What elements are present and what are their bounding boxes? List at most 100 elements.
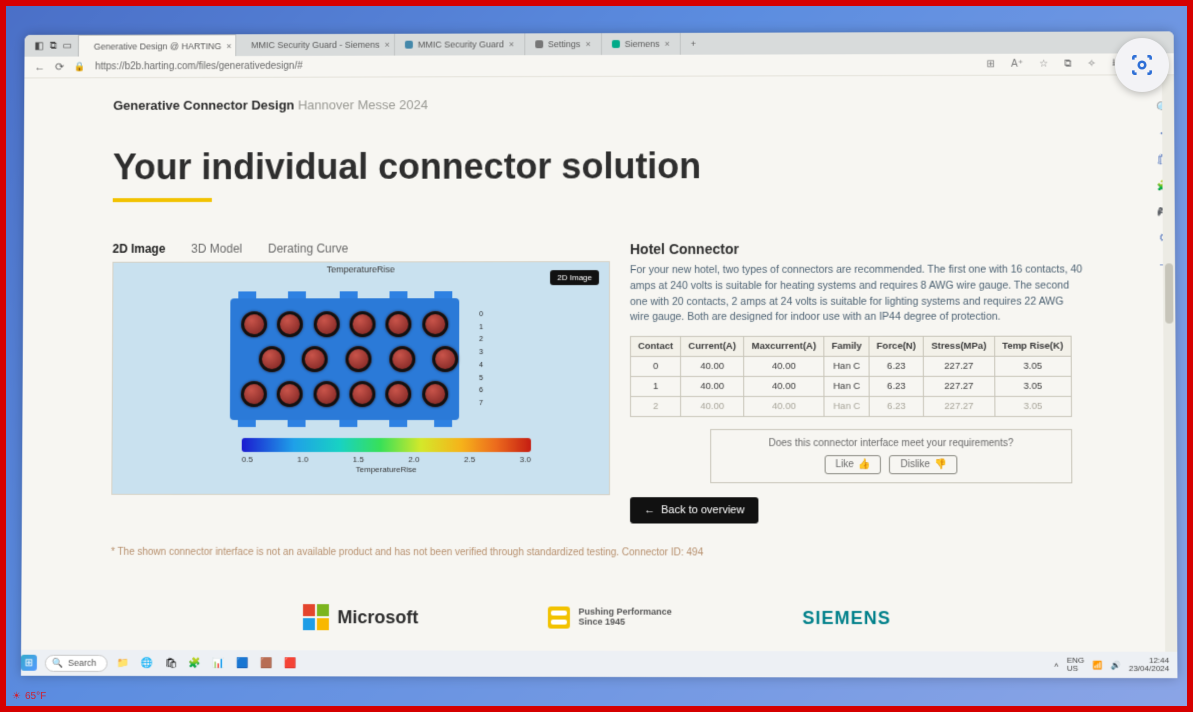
split-icon[interactable]: ⧉ — [1064, 59, 1071, 70]
like-button[interactable]: Like 👍 — [824, 455, 881, 474]
tab-3d-model[interactable]: 3D Model — [191, 242, 242, 256]
viz-plot-title: TemperatureRise — [113, 264, 609, 275]
favorites-icon[interactable]: ☆ — [1039, 59, 1048, 70]
viz-tabs: 2D Image 3D Model Derating Curve — [112, 241, 609, 256]
close-icon[interactable]: × — [664, 39, 669, 49]
taskbar-search[interactable]: 🔍 Search — [45, 654, 107, 671]
back-icon[interactable]: ← — [34, 61, 45, 73]
workspace-icon[interactable]: ⧉ — [50, 40, 57, 51]
thumbs-down-icon: 👎 — [934, 459, 947, 470]
read-aloud-icon[interactable]: A⁺ — [1011, 59, 1023, 70]
breadcrumb-sub: Hannover Messe 2024 — [298, 97, 428, 112]
task-store-icon[interactable]: 🛍 — [163, 655, 179, 671]
browser-toolbar: ← ⟳ 🔒 https://b2b.harting.com/files/gene… — [24, 53, 1174, 78]
tab-favicon — [535, 40, 543, 48]
disclaimer-text: * The shown connector interface is not a… — [111, 547, 1086, 559]
profile-icon[interactable]: ◧ — [34, 40, 43, 51]
weather-icon: ☀ — [12, 691, 21, 702]
col-header: Stress(MPa) — [923, 336, 994, 356]
scale-axis-label: TemperatureRise — [242, 465, 531, 474]
pin-labels: 01234567 — [479, 308, 483, 410]
microsoft-logo: Microsoft — [303, 604, 418, 630]
results-table: Contact Current(A) Maxcurrent(A) Family … — [630, 336, 1072, 417]
browser-tab[interactable]: Generative Design @ HARTING × — [78, 34, 236, 56]
task-edge-icon[interactable]: 🌐 — [139, 655, 155, 671]
taskbar-weather[interactable]: ☀ 65°F — [12, 691, 46, 702]
col-header: Maxcurrent(A) — [744, 336, 825, 356]
close-icon[interactable]: × — [226, 41, 231, 51]
result-description: For your new hotel, two types of connect… — [630, 262, 1085, 326]
browser-tab[interactable]: MMIC Security Guard - Siemens × — [236, 34, 395, 56]
col-header: Current(A) — [681, 336, 744, 356]
refresh-icon[interactable]: ⟳ — [55, 61, 64, 74]
collections-icon[interactable]: ▭ — [63, 40, 72, 51]
tab-favicon — [405, 41, 413, 49]
tray-language[interactable]: ENG US — [1067, 657, 1085, 673]
feedback-prompt: Does this connector interface meet your … — [719, 438, 1063, 449]
scale-tick: 2.5 — [464, 455, 475, 464]
tab-derating-curve[interactable]: Derating Curve — [268, 242, 348, 256]
microsoft-icon — [303, 604, 329, 630]
tray-chevron-icon[interactable]: ˄ — [1054, 660, 1059, 669]
browser-tab[interactable]: Settings × — [525, 33, 602, 55]
close-icon[interactable]: × — [509, 39, 514, 49]
task-app-icon[interactable]: 🟥 — [283, 655, 299, 671]
feedback-panel: Does this connector interface meet your … — [710, 429, 1072, 483]
lock-icon[interactable]: 🔒 — [74, 61, 85, 72]
title-underline — [113, 198, 212, 202]
color-scale-bar — [242, 438, 531, 452]
close-icon[interactable]: × — [585, 39, 590, 49]
windows-taskbar: ⊞ 🔍 Search 📁 🌐 🛍 🧩 📊 🟦 🟫 🟥 ˄ ENG US 📶 🔊 … — [21, 650, 1178, 678]
system-tray[interactable]: ˄ ENG US 📶 🔊 12:44 23/04/2024 — [1054, 657, 1169, 673]
siemens-logo: SIEMENS — [802, 607, 891, 628]
task-app-icon[interactable]: 🧩 — [187, 655, 203, 671]
sponsor-logos: Microsoft Pushing Performance Since 1945… — [21, 590, 1177, 646]
back-to-overview-button[interactable]: ← Back to overview — [630, 497, 759, 523]
dislike-button[interactable]: Dislike 👎 — [889, 455, 957, 474]
extensions-icon[interactable]: ⊞ — [987, 59, 995, 70]
tab-2d-image[interactable]: 2D Image — [112, 242, 165, 256]
col-header: Contact — [630, 336, 680, 356]
task-app-icon[interactable]: 🟫 — [259, 655, 275, 671]
tray-wifi-icon[interactable]: 📶 — [1092, 660, 1102, 669]
result-title: Hotel Connector — [630, 240, 1084, 257]
close-icon[interactable]: × — [385, 40, 390, 50]
visualization-panel: TemperatureRise 2D Image 01234567 — [111, 261, 610, 495]
tab-label: Generative Design @ HARTING — [94, 41, 222, 51]
table-row: 140.0040.00Han C6.23227.273.05 — [631, 376, 1072, 396]
harting-icon — [548, 606, 570, 628]
table-row: 240.0040.00Han C6.23227.273.05 — [631, 396, 1072, 416]
camera-frame-icon — [1129, 52, 1155, 78]
task-explorer-icon[interactable]: 📁 — [115, 655, 131, 671]
tray-date: 23/04/2024 — [1129, 665, 1170, 673]
address-url[interactable]: https://b2b.harting.com/files/generative… — [95, 61, 303, 72]
tab-label: MMIC Security Guard — [418, 39, 504, 49]
page-content: Generative Connector Design Hannover Mes… — [21, 75, 1177, 652]
search-icon: 🔍 — [52, 657, 63, 668]
browser-tab[interactable]: MMIC Security Guard × — [395, 33, 525, 55]
task-app-icon[interactable]: 📊 — [211, 655, 227, 671]
browser-tab[interactable]: Siemens × — [602, 33, 681, 55]
task-app-icon[interactable]: 🟦 — [235, 655, 251, 671]
connector-graphic: 01234567 — [230, 298, 459, 420]
tab-favicon — [612, 40, 620, 48]
viz-badge: 2D Image — [550, 270, 599, 285]
thumbs-up-icon: 👍 — [858, 459, 871, 470]
screen-capture-button[interactable] — [1115, 38, 1169, 92]
scale-tick: 2.0 — [408, 455, 419, 464]
col-header: Temp Rise(K) — [994, 336, 1071, 356]
harting-logo: Pushing Performance Since 1945 — [548, 606, 671, 628]
tab-label: MMIC Security Guard - Siemens — [251, 40, 380, 50]
tray-volume-icon[interactable]: 🔊 — [1111, 660, 1121, 669]
tab-label: Siemens — [625, 39, 660, 49]
col-header: Family — [824, 336, 869, 356]
start-button[interactable]: ⊞ — [21, 655, 37, 671]
color-scale: 0.5 1.0 1.5 2.0 2.5 3.0 TemperatureRise — [242, 438, 531, 474]
page-title: Your individual connector solution — [113, 144, 1084, 188]
new-tab-button[interactable]: + — [681, 33, 706, 55]
breadcrumb: Generative Connector Design Hannover Mes… — [113, 95, 1083, 112]
collections-icon[interactable]: ✧ — [1087, 59, 1095, 70]
breadcrumb-main: Generative Connector Design — [113, 98, 294, 113]
scale-tick: 1.0 — [297, 455, 308, 464]
tab-label: Settings — [548, 39, 580, 49]
